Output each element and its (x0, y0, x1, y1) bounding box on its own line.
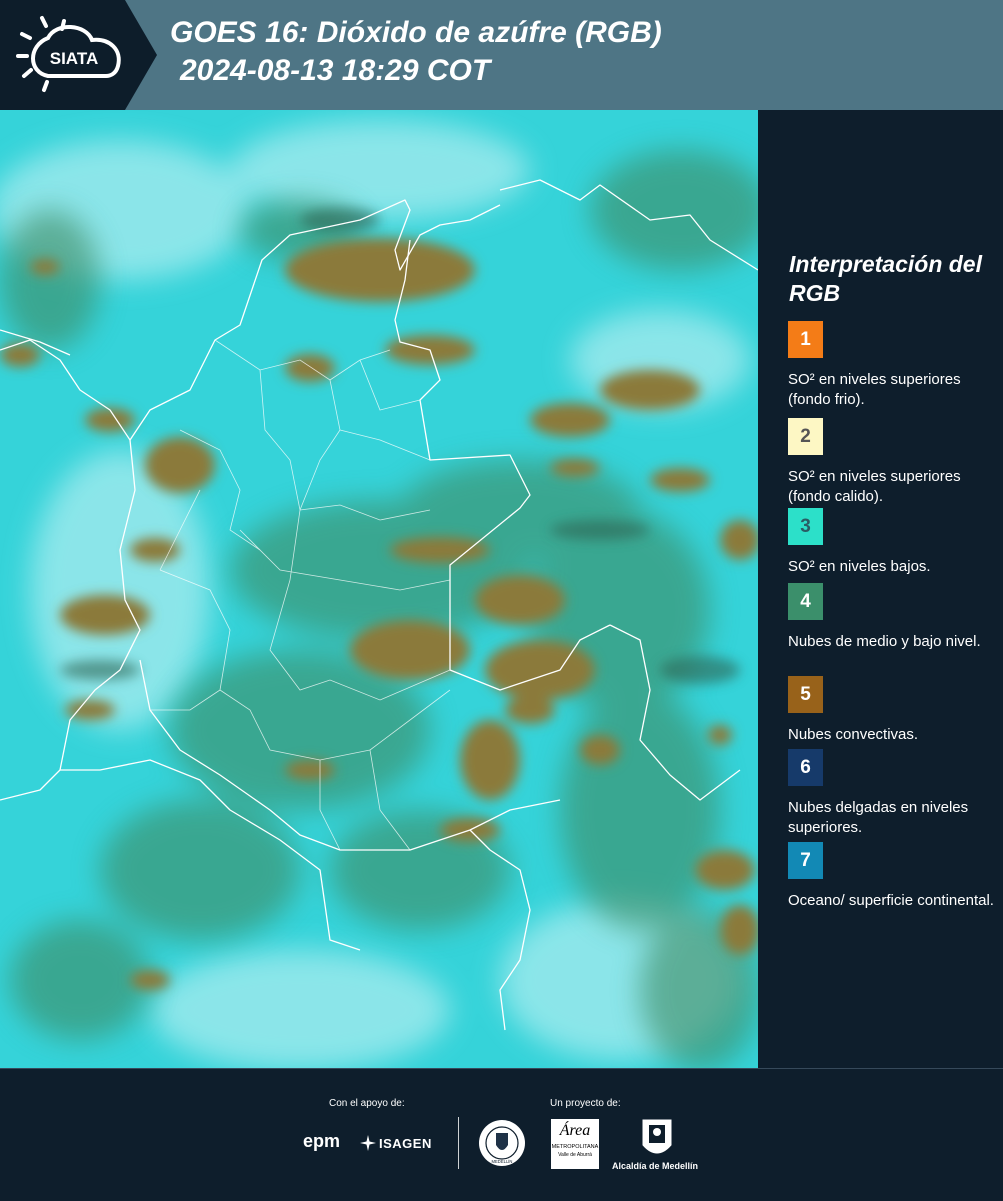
legend-swatch-1: 1 (788, 321, 823, 358)
medellin-shield-icon (642, 1119, 672, 1154)
isagen-logo: ISAGEN (360, 1135, 432, 1151)
legend-item-5: 5 Nubes convectivas. (788, 676, 998, 745)
legend-title: Interpretación del RGB (789, 251, 982, 306)
legend-item-2: 2 SO² en niveles superiores (fondo calid… (788, 418, 998, 507)
footer-separator (458, 1117, 459, 1169)
area-logo-text: Área (559, 1122, 591, 1139)
legend-item-1: 1 SO² en niveles superiores (fondo frio)… (788, 321, 998, 410)
legend-item-3: 3 SO² en niveles bajos. (788, 508, 998, 577)
page-title: GOES 16: Dióxido de azúfre (RGB) (170, 16, 662, 49)
legend-number-1: 1 (800, 328, 811, 350)
siata-logo: SIATA (16, 16, 121, 92)
legend-panel: Interpretación del RGB 1 SO² en niveles … (760, 110, 1003, 1068)
epm-logo: epm (303, 1131, 341, 1151)
legend-swatch-6: 6 (788, 749, 823, 786)
isagen-text: ISAGEN (379, 1135, 432, 1151)
legend-item-4: 4 Nubes de medio y bajo nivel. (788, 583, 998, 652)
legend-number-3: 3 (800, 515, 811, 537)
support-label: Con el apoyo de: (329, 1098, 405, 1109)
legend-text-5: Nubes convectivas. (788, 726, 919, 743)
legend-text-3: SO² en niveles bajos. (788, 558, 931, 575)
area-logo-subtitle-2: Valle de Aburrá (558, 1152, 592, 1158)
area-logo-subtitle: METROPOLITANA (551, 1144, 599, 1150)
legend-number-6: 6 (800, 756, 811, 778)
legend-swatch-7: 7 (788, 842, 823, 879)
seal-text: MEDELLÍN (492, 1159, 513, 1164)
legend-text-4: Nubes de medio y bajo nivel. (788, 633, 981, 650)
legend-item-6: 6 Nubes delgadas en niveles superiores. (788, 749, 998, 838)
legend-swatch-5: 5 (788, 676, 823, 713)
legend-text-2: SO² en niveles superiores (fondo calido)… (788, 468, 961, 505)
legend-item-7: 7 Oceano/ superficie continental. (788, 842, 998, 911)
legend-number-5: 5 (800, 683, 811, 705)
satellite-map (0, 110, 758, 1068)
legend-number-4: 4 (800, 590, 811, 612)
alcaldia-label: Alcaldía de Medellín (612, 1161, 699, 1171)
legend-number-2: 2 (800, 425, 811, 447)
legend-number-7: 7 (800, 849, 811, 871)
legend-text-6: Nubes delgadas en niveles superiores. (788, 799, 969, 836)
legend-swatch-3: 3 (788, 508, 823, 545)
legend-text-1: SO² en niveles superiores (fondo frio). (788, 371, 961, 408)
legend-text-7: Oceano/ superficie continental. (788, 892, 994, 909)
legend-swatch-4: 4 (788, 583, 823, 620)
header-arrow (125, 0, 157, 110)
legend-swatch-2: 2 (788, 418, 823, 455)
isagen-star-icon (360, 1135, 376, 1151)
medellin-seal-icon: MEDELLÍN (479, 1120, 525, 1166)
header: SIATA GOES 16: Dióxido de azúfre (RGB) 2… (0, 0, 1003, 110)
logo-text: SIATA (50, 49, 98, 68)
area-metropolitana-logo: Área METROPOLITANA Valle de Aburrá (551, 1119, 599, 1169)
footer: Con el apoyo de: Un proyecto de: epm ISA… (0, 1068, 1003, 1201)
project-label: Un proyecto de: (550, 1098, 621, 1109)
page-timestamp: 2024-08-13 18:29 COT (180, 54, 491, 87)
